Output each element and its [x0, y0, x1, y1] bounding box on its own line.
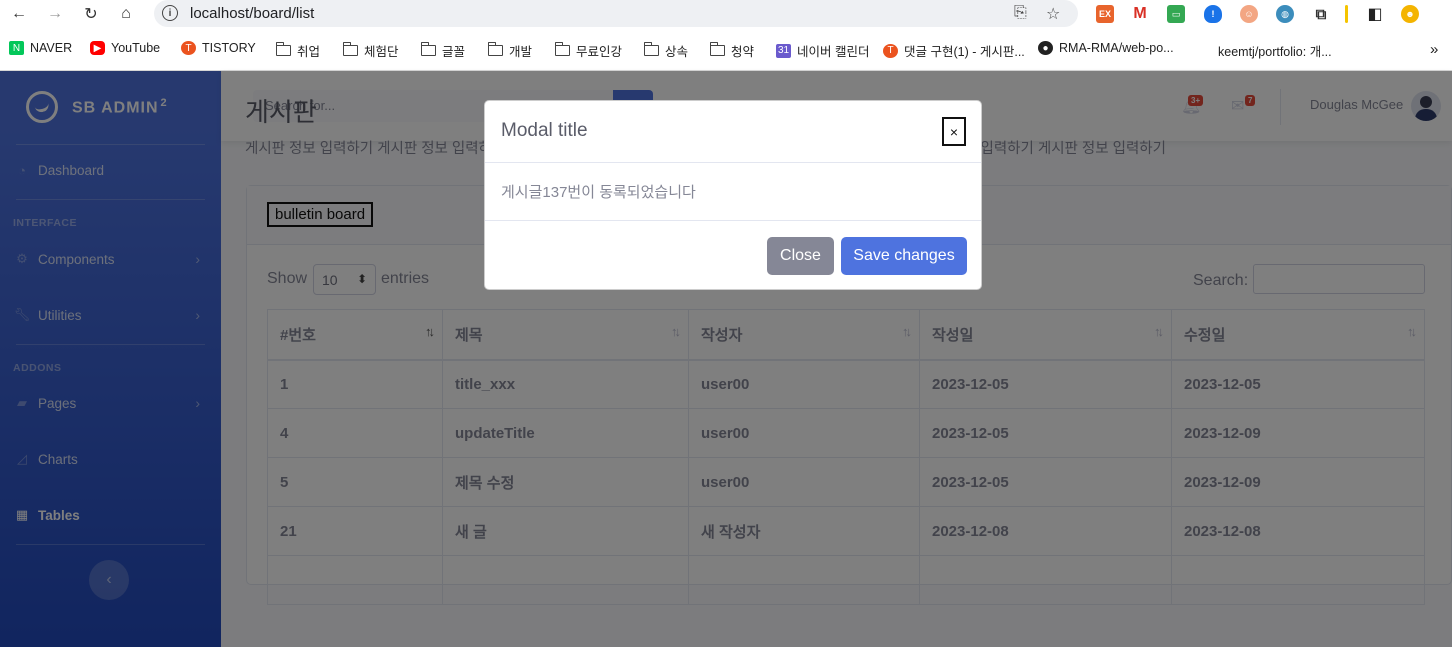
home-icon[interactable]: ⌂: [115, 3, 137, 25]
extension-green-icon[interactable]: ▭: [1167, 5, 1185, 23]
bookmark-portfolio[interactable]: keemtj/portfolio: 개...: [1218, 41, 1332, 60]
divider-icon: [1345, 5, 1348, 23]
bookmark-folder[interactable]: 체험단: [342, 41, 399, 60]
folder-icon: [643, 42, 659, 56]
tistory-icon: T: [883, 43, 898, 58]
folder-icon: [709, 42, 725, 56]
back-icon[interactable]: ←: [8, 3, 30, 25]
bookmark-calendar[interactable]: 31 네이버 캘린더: [776, 41, 869, 60]
profile-icon[interactable]: ☻: [1401, 5, 1419, 23]
bookmark-youtube[interactable]: ▶ YouTube: [90, 41, 160, 55]
modal-dialog: Modal title × 게시글137번이 동록되었습니다 Close Sav…: [484, 100, 982, 290]
folder-icon: [342, 42, 358, 56]
tistory-icon: T: [181, 41, 196, 55]
address-bar[interactable]: i localhost/board/list ⎘ ☆: [154, 0, 1078, 27]
side-panel-icon[interactable]: ◧: [1366, 5, 1384, 23]
browser-toolbar: ← → ↻ ⌂ i localhost/board/list ⎘ ☆ EX M …: [0, 0, 1452, 28]
bookmark-star-icon[interactable]: ☆: [1046, 4, 1060, 24]
bookmark-naver[interactable]: N NAVER: [9, 41, 72, 55]
calendar-icon: 31: [776, 43, 791, 58]
forward-icon[interactable]: →: [44, 3, 66, 25]
more-bookmarks-icon[interactable]: »: [1430, 41, 1438, 58]
bookmarks-bar: N NAVER ▶ YouTube T TISTORY 취업 체험단 글꼴 개발 무료…: [0, 36, 1452, 64]
close-button[interactable]: Close: [767, 237, 834, 275]
modal-title: Modal title: [501, 120, 588, 141]
modal-footer: Close Save changes: [485, 220, 981, 291]
bookmark-folder[interactable]: 개발: [487, 41, 532, 60]
bookmark-github[interactable]: ● RMA-RMA/web-po...: [1038, 41, 1174, 55]
extension-ex-icon[interactable]: EX: [1096, 5, 1114, 23]
bookmark-folder[interactable]: 청약: [709, 41, 754, 60]
translate-icon[interactable]: ⎘: [1014, 4, 1027, 22]
folder-icon: [554, 42, 570, 56]
modal-header: Modal title ×: [485, 101, 981, 163]
reload-icon[interactable]: ↻: [80, 3, 102, 25]
modal-close-button[interactable]: ×: [942, 117, 966, 146]
bookmark-folder[interactable]: 무료인강: [554, 41, 622, 60]
folder-icon: [487, 42, 503, 56]
bookmark-tistory[interactable]: T TISTORY: [181, 41, 256, 55]
modal-body-text: 게시글137번이 동록되었습니다: [501, 184, 696, 201]
github-icon: ●: [1038, 41, 1053, 55]
globe-extension-icon[interactable]: ◍: [1276, 5, 1294, 23]
naver-icon: N: [9, 41, 24, 55]
extensions-puzzle-icon[interactable]: ⧉: [1312, 5, 1330, 23]
gmail-icon[interactable]: M: [1131, 5, 1149, 23]
site-info-icon[interactable]: i: [162, 5, 178, 21]
extension-avatar-icon[interactable]: ☺: [1240, 5, 1258, 23]
shield-extension-icon[interactable]: !: [1204, 5, 1222, 23]
folder-icon: [420, 42, 436, 56]
save-changes-button[interactable]: Save changes: [841, 237, 967, 275]
url-text: localhost/board/list: [190, 5, 315, 22]
bookmark-folder[interactable]: 취업: [275, 41, 320, 60]
bookmark-folder[interactable]: 글꼴: [420, 41, 465, 60]
youtube-icon: ▶: [90, 41, 105, 55]
bookmark-tistory-post[interactable]: T 댓글 구현(1) - 게시판...: [883, 41, 1025, 60]
folder-icon: [275, 42, 291, 56]
bookmark-folder[interactable]: 상속: [643, 41, 688, 60]
